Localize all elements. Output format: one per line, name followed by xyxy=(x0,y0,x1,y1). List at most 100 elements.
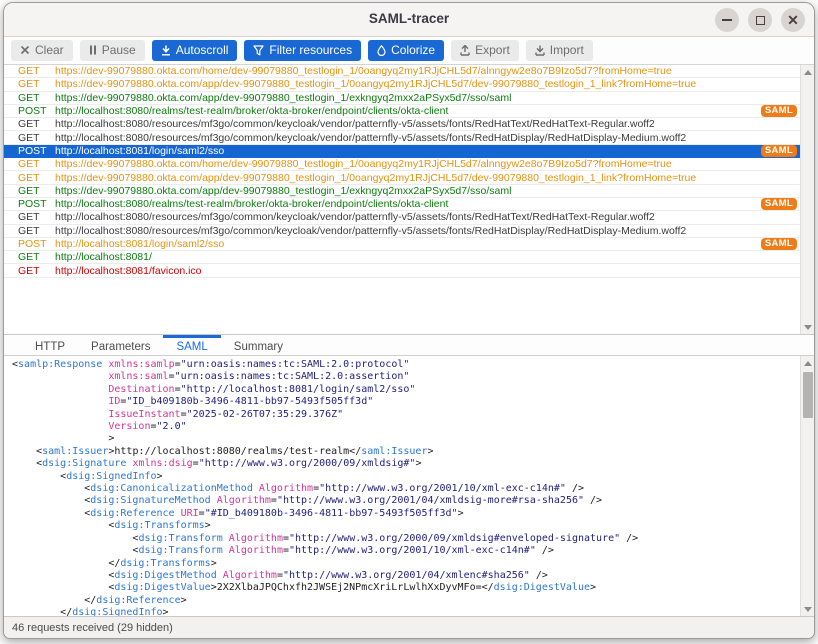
request-url: https://dev-99079880.okta.com/app/dev-99… xyxy=(55,172,800,184)
xml-line: ID="ID_b409180b-3496-4811-bb97-5493f505f… xyxy=(12,396,800,408)
request-url: http://localhost:8080/realms/test-realm/… xyxy=(55,105,800,117)
xml-line: <samlp:Response xmlns:samlp="urn:oasis:n… xyxy=(12,359,800,371)
scroll-up-arrow-icon[interactable] xyxy=(801,65,815,79)
status-text: 46 requests received (29 hidden) xyxy=(12,622,173,634)
scroll-up-arrow-icon[interactable] xyxy=(801,356,814,370)
saml-badge: SAML xyxy=(761,198,797,211)
request-method: GET xyxy=(4,65,55,77)
minimize-button[interactable] xyxy=(715,8,739,32)
detail-scrollbar[interactable] xyxy=(800,356,814,616)
import-icon xyxy=(535,45,545,56)
tab-saml[interactable]: SAML xyxy=(163,335,220,355)
xml-line: Version="2.0" xyxy=(12,421,800,433)
window-controls: ✕ xyxy=(715,8,805,32)
request-url: https://dev-99079880.okta.com/home/dev-9… xyxy=(55,65,800,77)
request-method: GET xyxy=(4,185,55,197)
xml-line: </dsig:Reference> xyxy=(12,595,800,607)
scrollbar-thumb[interactable] xyxy=(803,372,813,418)
request-rows: GEThttps://dev-99079880.okta.com/home/de… xyxy=(4,65,800,334)
request-list-scrollbar[interactable] xyxy=(800,65,814,334)
tab-summary[interactable]: Summary xyxy=(221,335,296,355)
request-row[interactable]: GEThttps://dev-99079880.okta.com/app/dev… xyxy=(4,185,800,198)
request-method: GET xyxy=(4,225,55,237)
detail-tabs: HTTPParametersSAMLSummary xyxy=(4,335,814,356)
xml-line: <dsig:Transforms> xyxy=(12,520,800,532)
xml-line: <dsig:SignedInfo> xyxy=(12,471,800,483)
request-row[interactable]: GEThttp://localhost:8080/resources/mf3go… xyxy=(4,225,800,238)
xml-line: <saml:Issuer>http://localhost:8080/realm… xyxy=(12,446,800,458)
request-row[interactable]: GEThttp://localhost:8080/resources/mf3go… xyxy=(4,211,800,224)
request-row[interactable]: POSThttp://localhost:8080/realms/test-re… xyxy=(4,198,800,211)
autoscroll-button[interactable]: Autoscroll xyxy=(152,40,238,61)
pause-button[interactable]: Pause xyxy=(80,40,145,61)
request-row[interactable]: GEThttp://localhost:8081/ xyxy=(4,251,800,264)
tab-parameters[interactable]: Parameters xyxy=(78,335,163,355)
export-icon xyxy=(460,45,470,56)
scroll-down-arrow-icon[interactable] xyxy=(801,320,815,334)
button-label: Colorize xyxy=(391,43,435,57)
export-button[interactable]: Export xyxy=(451,40,519,61)
request-url: https://dev-99079880.okta.com/app/dev-99… xyxy=(55,78,800,90)
request-url: http://localhost:8080/resources/mf3go/co… xyxy=(55,132,800,144)
request-url: https://dev-99079880.okta.com/app/dev-99… xyxy=(55,92,800,104)
toolbar: Clear Pause Autoscroll Filter resources Colo… xyxy=(4,37,814,65)
request-method: GET xyxy=(4,172,55,184)
colorize-button[interactable]: Colorize xyxy=(368,40,444,61)
request-list-panel: GEThttps://dev-99079880.okta.com/home/de… xyxy=(4,65,814,335)
titlebar[interactable]: SAML-tracer ✕ xyxy=(4,3,814,37)
request-row[interactable]: GEThttp://localhost:8080/resources/mf3go… xyxy=(4,118,800,131)
request-method: GET xyxy=(4,158,55,170)
request-row[interactable]: POSThttp://localhost:8081/login/saml2/ss… xyxy=(4,145,800,158)
clear-button[interactable]: Clear xyxy=(11,40,73,61)
request-url: https://dev-99079880.okta.com/home/dev-9… xyxy=(55,158,800,170)
xml-line: IssueInstant="2025-02-26T07:35:29.376Z" xyxy=(12,409,800,421)
saml-detail-panel: <samlp:Response xmlns:samlp="urn:oasis:n… xyxy=(4,356,814,616)
request-method: GET xyxy=(4,251,55,263)
request-row[interactable]: GEThttps://dev-99079880.okta.com/home/de… xyxy=(4,158,800,171)
xml-line: <dsig:Reference URI="#ID_b409180b-3496-4… xyxy=(12,508,800,520)
request-row[interactable]: GEThttps://dev-99079880.okta.com/app/dev… xyxy=(4,171,800,184)
saml-badge: SAML xyxy=(761,145,797,158)
request-method: POST xyxy=(4,105,55,117)
colorize-icon xyxy=(377,45,386,56)
xml-line: <dsig:DigestMethod Algorithm="http://www… xyxy=(12,570,800,582)
close-button[interactable]: ✕ xyxy=(781,8,805,32)
xml-line: <dsig:Transform Algorithm="http://www.w3… xyxy=(12,545,800,557)
request-method: GET xyxy=(4,118,55,130)
request-row[interactable]: GEThttps://dev-99079880.okta.com/app/dev… xyxy=(4,92,800,105)
tab-http[interactable]: HTTP xyxy=(22,335,78,355)
request-method: GET xyxy=(4,92,55,104)
scroll-down-arrow-icon[interactable] xyxy=(801,602,814,616)
request-url: http://localhost:8080/resources/mf3go/co… xyxy=(55,118,800,130)
xml-line: </dsig:Transforms> xyxy=(12,558,800,570)
filter-icon xyxy=(253,45,264,56)
request-row[interactable]: POSThttp://localhost:8080/realms/test-re… xyxy=(4,105,800,118)
request-row[interactable]: POSThttp://localhost:8081/login/saml2/ss… xyxy=(4,238,800,251)
request-row[interactable]: GEThttp://localhost:8080/resources/mf3go… xyxy=(4,131,800,144)
close-icon: ✕ xyxy=(787,13,799,27)
button-label: Export xyxy=(475,43,510,57)
import-button[interactable]: Import xyxy=(526,40,593,61)
maximize-button[interactable] xyxy=(748,8,772,32)
request-method: POST xyxy=(4,145,55,157)
xml-line: xmlns:saml="urn:oasis:names:tc:SAML:2.0:… xyxy=(12,371,800,383)
maximize-icon xyxy=(756,16,765,25)
button-label: Filter resources xyxy=(269,43,352,57)
saml-badge: SAML xyxy=(761,105,797,118)
request-url: http://localhost:8080/resources/mf3go/co… xyxy=(55,211,800,223)
request-url: http://localhost:8080/resources/mf3go/co… xyxy=(55,225,800,237)
request-method: POST xyxy=(4,238,55,250)
xml-line: Destination="http://localhost:8081/login… xyxy=(12,384,800,396)
request-row[interactable]: GEThttps://dev-99079880.okta.com/app/dev… xyxy=(4,78,800,91)
button-label: Pause xyxy=(102,43,136,57)
request-url: http://localhost:8080/realms/test-realm/… xyxy=(55,198,800,210)
autoscroll-icon xyxy=(161,45,171,56)
xml-line: </dsig:SignedInfo> xyxy=(12,607,800,616)
xml-line: <dsig:SignatureMethod Algorithm="http://… xyxy=(12,495,800,507)
filter-resources-button[interactable]: Filter resources xyxy=(244,40,361,61)
request-row[interactable]: GEThttps://dev-99079880.okta.com/home/de… xyxy=(4,65,800,78)
request-url: http://localhost:8081/login/saml2/sso xyxy=(55,145,800,157)
pause-icon xyxy=(89,45,97,55)
request-row[interactable]: GEThttp://localhost:8081/favicon.ico xyxy=(4,264,800,277)
clear-icon xyxy=(20,45,30,55)
